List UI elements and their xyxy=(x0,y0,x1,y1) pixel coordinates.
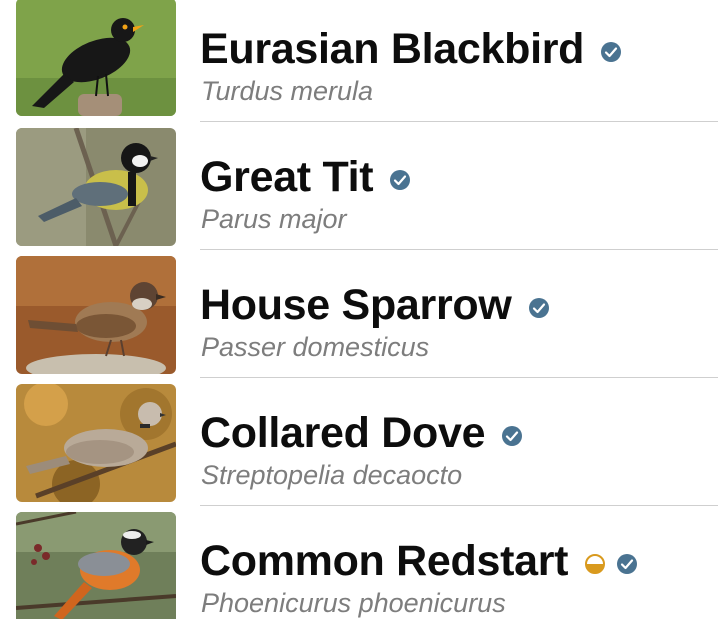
verified-check-icon xyxy=(389,169,411,191)
bird-scientific-name: Turdus merula xyxy=(201,76,374,106)
list-item[interactable]: Collared Dove Streptopelia decaocto xyxy=(0,384,718,512)
bird-list: Eurasian Blackbird Turdus merula Great T… xyxy=(0,0,718,619)
divider xyxy=(200,249,718,250)
bird-common-name: Collared Dove xyxy=(200,408,486,457)
common-redstart-photo xyxy=(16,512,176,619)
bird-scientific-name: Parus major xyxy=(201,204,347,234)
divider xyxy=(200,121,718,122)
divider xyxy=(200,377,718,378)
verified-check-icon xyxy=(616,553,638,575)
list-item[interactable]: Common Redstart Phoenicurus phoenicurus xyxy=(0,512,718,619)
bird-scientific-name: Streptopelia decaocto xyxy=(201,460,463,490)
bird-common-name: House Sparrow xyxy=(200,280,512,329)
bird-common-name: Eurasian Blackbird xyxy=(200,24,585,73)
half-circle-icon xyxy=(584,553,606,575)
collared-dove-photo xyxy=(16,384,176,502)
bird-scientific-name: Phoenicurus phoenicurus xyxy=(201,588,506,618)
list-item[interactable]: Great Tit Parus major xyxy=(0,128,718,256)
verified-check-icon xyxy=(528,297,550,319)
divider xyxy=(200,505,718,506)
list-item[interactable]: Eurasian Blackbird Turdus merula xyxy=(0,0,718,128)
blackbird-photo xyxy=(16,0,176,116)
bird-common-name: Common Redstart xyxy=(200,536,569,585)
house-sparrow-photo xyxy=(16,256,176,374)
list-item[interactable]: House Sparrow Passer domesticus xyxy=(0,256,718,384)
verified-check-icon xyxy=(600,41,622,63)
verified-check-icon xyxy=(501,425,523,447)
great-tit-photo xyxy=(16,128,176,246)
bird-scientific-name: Passer domesticus xyxy=(201,332,430,362)
bird-common-name: Great Tit xyxy=(200,152,374,201)
